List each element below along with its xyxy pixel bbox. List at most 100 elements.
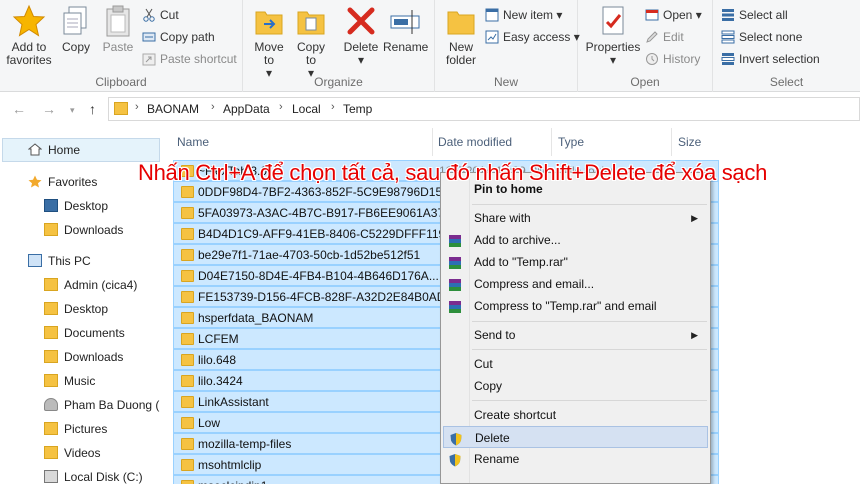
select-group: Select all Select none Invert selection …	[713, 0, 860, 92]
nav-item-downloads[interactable]: Downloads	[44, 346, 123, 368]
column-header-date-modified[interactable]: Date modified	[438, 126, 512, 158]
rename-button[interactable]: Rename	[383, 4, 429, 54]
column-header-type[interactable]: Type	[558, 126, 584, 158]
select-none-button[interactable]: Select none	[721, 28, 802, 46]
menu-item-cut[interactable]: Cut	[443, 353, 708, 375]
forward-arrow-icon[interactable]: →	[42, 101, 56, 117]
delete-dropdown-icon: ▾	[357, 53, 365, 67]
invert-selection-icon	[721, 52, 735, 66]
nav-home-selected[interactable]	[2, 138, 160, 162]
copy-path-label: Copy path	[160, 30, 215, 44]
menu-separator	[472, 349, 707, 350]
invert-selection-button[interactable]: Invert selection	[721, 50, 820, 68]
open-button[interactable]: Open ▾	[645, 6, 702, 24]
select-all-button[interactable]: Select all	[721, 6, 788, 24]
history-button[interactable]: History	[645, 50, 700, 68]
home-icon	[27, 141, 43, 156]
rename-label: Rename	[383, 40, 429, 54]
folder-icon	[181, 459, 194, 471]
nav-item-videos[interactable]: Videos	[44, 442, 100, 464]
move-to-icon	[255, 11, 283, 35]
menu-item-rename[interactable]: Rename	[443, 448, 708, 470]
nav-item-music[interactable]: Music	[44, 370, 95, 392]
edit-button[interactable]: Edit	[645, 28, 684, 46]
paste-shortcut-button[interactable]: Paste shortcut	[142, 50, 237, 68]
menu-item-add-to-temp-rar[interactable]: Add to "Temp.rar"	[443, 251, 708, 273]
new-folder-button[interactable]: New folder	[443, 4, 479, 67]
breadcrumb-separator-icon[interactable]: ›	[135, 101, 139, 113]
nav-pham-ba-duong-label: Pham Ba Duong (	[64, 398, 160, 412]
clipboard-group: Add to favorites Copy Paste Cut Copy pat…	[0, 0, 243, 92]
properties-label: Properties	[585, 40, 641, 54]
menu-item-delete[interactable]: Delete	[443, 426, 708, 448]
delete-button[interactable]: Delete ▾	[341, 4, 381, 67]
nav-item-favorites[interactable]: Favorites	[28, 171, 97, 193]
breadcrumb-separator-icon[interactable]: ›	[211, 101, 215, 113]
move-to-button[interactable]: Move to ▾	[251, 4, 287, 80]
folder-icon	[181, 333, 194, 345]
copy-to-icon	[297, 11, 325, 35]
breadcrumb-separator-icon[interactable]: ›	[279, 101, 283, 113]
menu-share-with-label: Share with	[474, 211, 531, 225]
column-header-size[interactable]: Size	[678, 126, 701, 158]
file-name: 5FA03973-A3AC-4B7C-B917-FB6EE9061A37	[198, 206, 445, 220]
nav-item-documents[interactable]: Documents	[44, 322, 125, 344]
select-all-label: Select all	[739, 8, 788, 22]
breadcrumb-appdata[interactable]: AppData	[223, 102, 270, 116]
copy-path-icon	[142, 30, 156, 44]
menu-item-compress-and-email[interactable]: Compress and email...	[443, 273, 708, 295]
nav-item-pictures[interactable]: Pictures	[44, 418, 107, 440]
nav-downloads-label: Downloads	[64, 350, 124, 364]
menu-item-share-with[interactable]: Share with ▶	[443, 207, 708, 229]
column-divider[interactable]	[551, 128, 552, 156]
recent-locations-chevron-icon[interactable]: ▾	[70, 105, 75, 116]
copy-button[interactable]: Copy	[58, 4, 94, 54]
properties-button[interactable]: Properties ▾	[584, 4, 642, 67]
nav-fav-desktop-label: Desktop	[64, 199, 109, 213]
folder-icon	[181, 480, 194, 484]
nav-item-favorites-desktop[interactable]: Desktop	[44, 195, 108, 217]
menu-item-compress-to-temp-rar-email[interactable]: Compress to "Temp.rar" and email	[443, 295, 708, 317]
column-header-name[interactable]: Name	[177, 126, 209, 158]
open-group-label: Open	[630, 75, 660, 89]
column-divider[interactable]	[432, 128, 433, 156]
nav-music-label: Music	[64, 374, 96, 388]
desktop-icon	[44, 199, 58, 212]
cut-button[interactable]: Cut	[142, 6, 179, 24]
nav-item-favorites-downloads[interactable]: Downloads	[44, 219, 123, 241]
nav-item-home[interactable]: Home	[27, 139, 80, 161]
pictures-folder-icon	[44, 422, 58, 435]
paste-button[interactable]: Paste	[100, 4, 136, 54]
nav-item-local-disk[interactable]: Local Disk (C:)	[44, 466, 143, 484]
nav-item-pham-ba-duong[interactable]: Pham Ba Duong (	[44, 394, 159, 416]
breadcrumb-separator-icon[interactable]: ›	[331, 101, 335, 113]
up-arrow-icon[interactable]: ↑	[89, 101, 96, 117]
history-icon	[645, 52, 659, 66]
breadcrumb-temp[interactable]: Temp	[343, 102, 372, 116]
nav-item-admin[interactable]: Admin (cica4)	[44, 274, 137, 296]
open-label: Open	[663, 8, 693, 22]
back-arrow-icon[interactable]: ←	[12, 101, 26, 117]
file-name: msoclcipdip1	[198, 479, 267, 484]
nav-item-desktop[interactable]: Desktop	[44, 298, 108, 320]
downloads-folder-icon	[44, 350, 58, 363]
file-name: LCFEM	[198, 332, 239, 346]
menu-item-create-shortcut[interactable]: Create shortcut	[443, 404, 708, 426]
copy-to-button[interactable]: Copy to ▾	[293, 4, 329, 80]
menu-item-add-to-archive[interactable]: Add to archive...	[443, 229, 708, 251]
breadcrumb-baonam[interactable]: BAONAM	[147, 102, 199, 116]
nav-item-this-pc[interactable]: This PC	[28, 250, 91, 272]
add-to-favorites-button[interactable]: Add to favorites	[4, 4, 54, 67]
copy-path-button[interactable]: Copy path	[142, 28, 215, 46]
breadcrumb-local[interactable]: Local	[292, 102, 321, 116]
easy-access-button[interactable]: Easy access ▾	[485, 28, 580, 46]
address-bar[interactable]: › BAONAM › AppData › Local › Temp	[108, 97, 860, 121]
menu-item-send-to[interactable]: Send to ▶	[443, 324, 708, 346]
new-item-button[interactable]: New item ▾	[485, 6, 562, 24]
file-name: hsperfdata_BAONAM	[198, 311, 314, 325]
scissors-icon	[142, 8, 156, 22]
column-divider[interactable]	[671, 128, 672, 156]
menu-item-copy[interactable]: Copy	[443, 375, 708, 397]
folder-icon	[181, 396, 194, 408]
downloads-folder-icon	[44, 223, 58, 236]
